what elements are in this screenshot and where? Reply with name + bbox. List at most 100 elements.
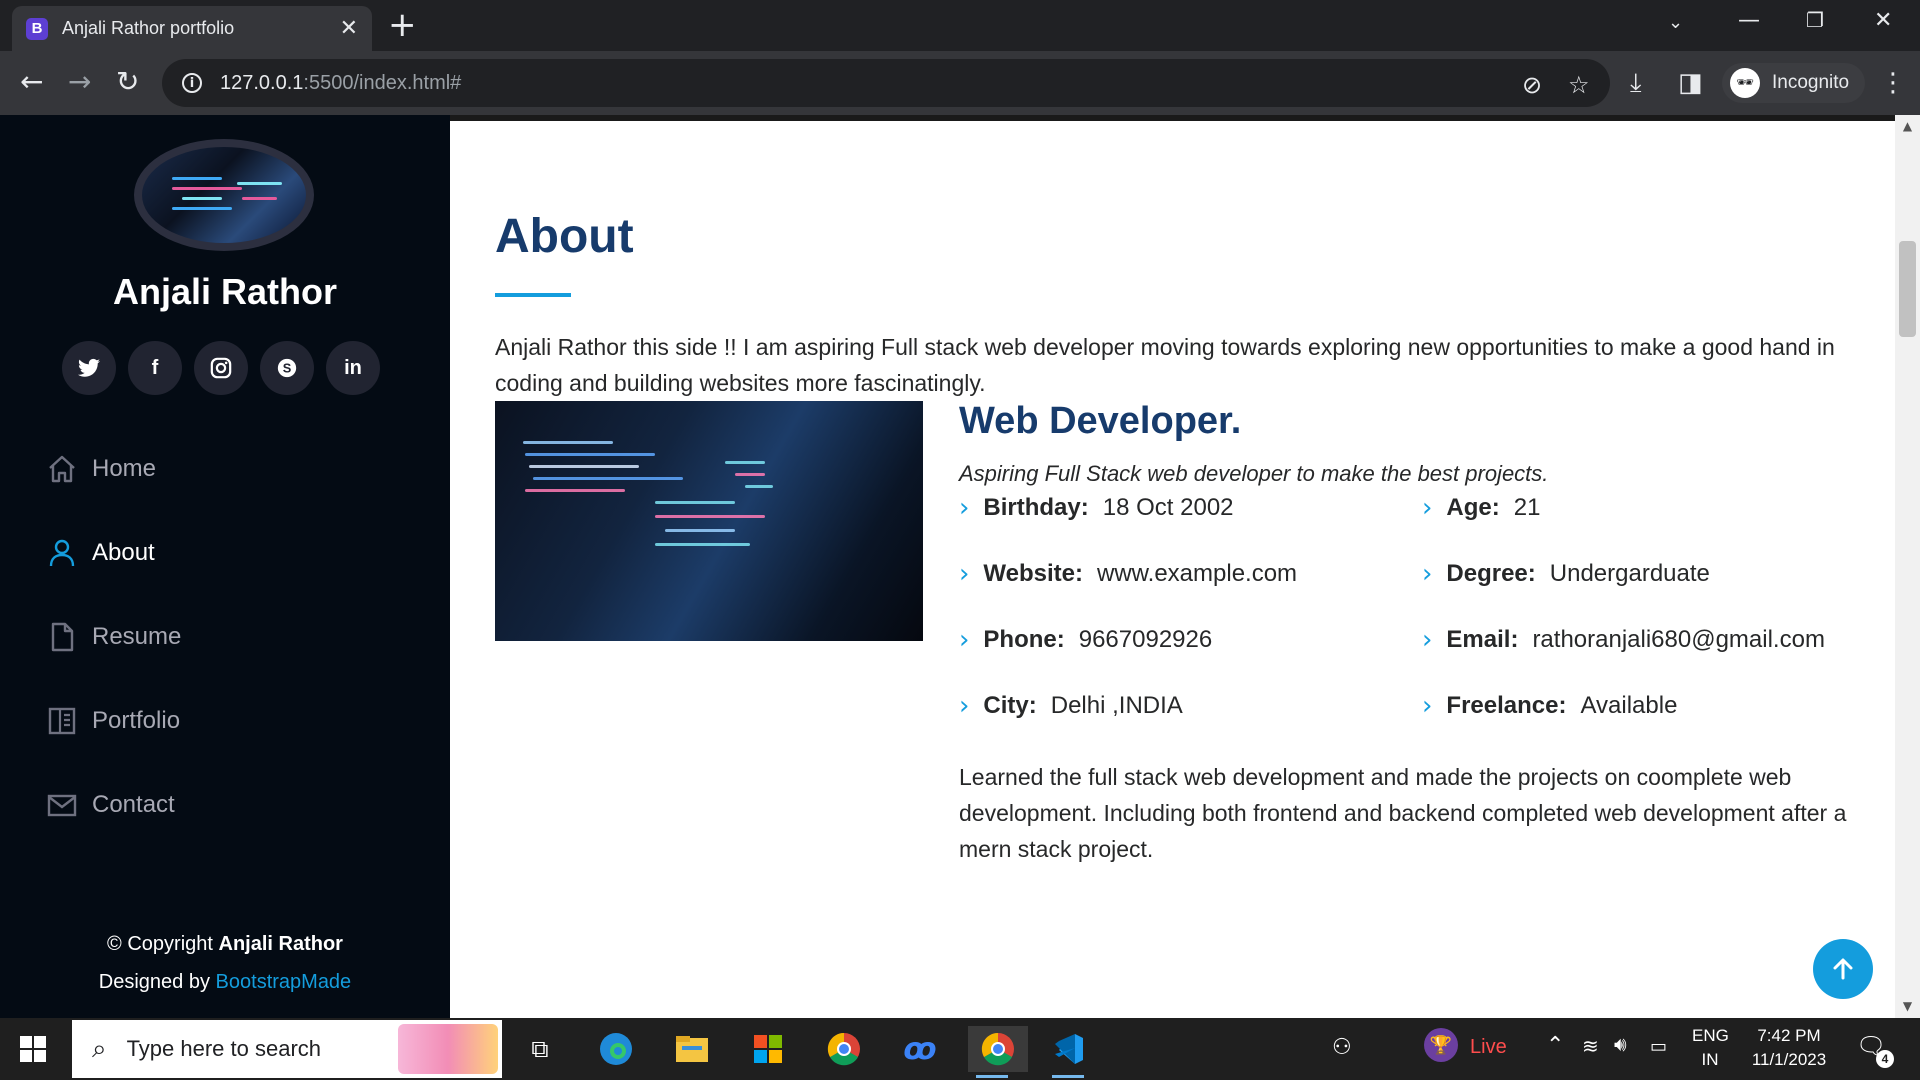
nav-home[interactable]: Home [46, 453, 156, 485]
site-info-icon[interactable]: i [182, 73, 202, 93]
eye-off-icon[interactable]: ⊘ [1522, 71, 1542, 99]
sidebar: Anjali Rathor f S in Home About Resume P… [0, 115, 450, 1018]
back-to-top-button[interactable] [1813, 939, 1873, 999]
nav-portfolio[interactable]: Portfolio [46, 705, 180, 737]
browser-toolbar: ← → ↻ i 127.0.0.1:5500/index.html# ⊘ ☆ ⤓… [0, 51, 1920, 115]
chevron-right-icon: › [959, 625, 970, 655]
windows-taskbar: ⌕ Type here to search ⧉ ꝏ ⚇ 🏆 Live ⌃ ≋ 🔊… [0, 1018, 1920, 1080]
task-view-icon[interactable]: ⧉ [516, 1026, 564, 1072]
home-icon [49, 455, 75, 483]
search-placeholder: Type here to search [126, 1036, 322, 1061]
main-content: About Anjali Rathor this side !! I am as… [450, 115, 1895, 1018]
page-scrollbar[interactable]: ▲ ▼ [1895, 115, 1920, 1018]
restore-button[interactable]: ❐ [1806, 8, 1824, 32]
linkedin-icon[interactable]: in [326, 341, 380, 395]
forward-icon[interactable]: → [68, 65, 91, 99]
people-icon[interactable]: ⚇ [1332, 1034, 1352, 1060]
nav-resume[interactable]: Resume [46, 621, 181, 653]
chrome-icon[interactable] [820, 1026, 868, 1072]
tray-chevron-icon[interactable]: ⌃ [1546, 1032, 1564, 1058]
vscode-icon[interactable] [1044, 1026, 1092, 1078]
section-title: About [495, 210, 634, 263]
skype-icon[interactable]: S [260, 341, 314, 395]
nav-resume-label: Resume [92, 623, 182, 650]
role-title: Web Developer. [959, 400, 1242, 442]
menu-kebab-icon[interactable]: ⋮ [1880, 69, 1906, 97]
svg-text:S: S [283, 361, 292, 376]
remote-app-icon[interactable]: ꝏ [896, 1026, 944, 1072]
bookmark-star-icon[interactable]: ☆ [1568, 71, 1590, 99]
microsoft-store-icon[interactable] [744, 1026, 792, 1072]
arrow-up-icon [1833, 958, 1853, 980]
nav-contact-label: Contact [92, 791, 175, 818]
clock[interactable]: 7:42 PM 11/1/2023 [1744, 1026, 1834, 1070]
about-image [495, 401, 923, 641]
scroll-up-icon[interactable]: ▲ [1895, 119, 1920, 133]
edge-icon[interactable] [592, 1026, 640, 1072]
incognito-icon: 🕶 [1730, 68, 1760, 98]
nav-about-label: About [92, 539, 155, 566]
footer-copyright: © Copyright Anjali Rathor [107, 933, 343, 955]
user-icon [49, 539, 75, 567]
info-degree: › Degree: Undergarduate [1422, 559, 1710, 589]
info-freelance: › Freelance: Available [1422, 691, 1678, 721]
chrome-incognito-icon[interactable] [968, 1026, 1028, 1078]
chevron-right-icon: › [959, 493, 970, 523]
chevron-right-icon: › [1422, 625, 1433, 655]
info-website: › Website: www.example.com [959, 559, 1298, 589]
tab-title: Anjali Rathor portfolio [62, 18, 235, 38]
chevron-right-icon: › [1422, 559, 1433, 589]
info-phone: › Phone: 9667092926 [959, 625, 1213, 655]
reload-icon[interactable]: ↻ [116, 65, 139, 99]
side-panel-icon[interactable]: ◨ [1678, 69, 1703, 97]
file-explorer-icon[interactable] [668, 1026, 716, 1072]
bootstrapmade-link[interactable]: BootstrapMade [216, 971, 352, 993]
download-icon[interactable]: ⤓ [1630, 69, 1642, 97]
wifi-icon[interactable]: ≋ [1582, 1034, 1599, 1059]
profile-image [134, 139, 314, 251]
incognito-badge[interactable]: 🕶 Incognito [1722, 63, 1866, 103]
profile-name: Anjali Rathor [112, 271, 337, 312]
nav-about[interactable]: About [46, 537, 155, 569]
info-age: › Age: 21 [1422, 493, 1541, 523]
nav-contact[interactable]: Contact [46, 789, 175, 821]
windows-start-icon[interactable] [20, 1036, 46, 1062]
back-icon[interactable]: ← [20, 65, 43, 99]
twitter-icon[interactable] [62, 341, 116, 395]
battery-icon[interactable]: ▭ [1650, 1036, 1667, 1057]
favicon-icon: B [26, 17, 48, 40]
book-icon [48, 707, 76, 735]
footer-credits: Designed by BootstrapMade [98, 971, 352, 993]
instagram-icon[interactable] [194, 341, 248, 395]
search-highlight-image [398, 1024, 498, 1074]
close-window-button[interactable]: ✕ [1874, 8, 1892, 33]
hero-edge [450, 115, 1895, 121]
chevron-right-icon: › [1422, 493, 1433, 523]
role-tagline: Aspiring Full Stack web developer to mak… [959, 461, 1549, 486]
browser-tab[interactable]: B Anjali Rathor portfolio ✕ [12, 6, 372, 51]
about-paragraph: Learned the full stack web development a… [959, 764, 1847, 862]
tab-close-icon[interactable]: ✕ [340, 16, 358, 41]
tab-search-icon[interactable]: ⌄ [1668, 12, 1683, 33]
page-viewport: Anjali Rathor f S in Home About Resume P… [0, 115, 1920, 1018]
info-city: › City: Delhi ,INDIA [959, 691, 1183, 721]
title-underline [495, 293, 571, 297]
address-bar[interactable]: i 127.0.0.1:5500/index.html# ⊘ ☆ [162, 59, 1610, 107]
about-intro: Anjali Rathor this side !! I am aspiring… [495, 334, 1835, 396]
volume-icon[interactable]: 🔊︎ [1614, 1034, 1627, 1057]
scroll-thumb[interactable] [1899, 241, 1916, 337]
new-tab-button[interactable]: + [388, 8, 417, 42]
envelope-icon [47, 794, 77, 817]
cricket-live-icon[interactable]: 🏆 [1424, 1028, 1458, 1062]
chevron-right-icon: › [959, 691, 970, 721]
nav-portfolio-label: Portfolio [92, 707, 181, 734]
taskbar-search[interactable]: ⌕ Type here to search [72, 1020, 502, 1078]
notification-count: 4 [1876, 1050, 1894, 1068]
minimize-button[interactable]: — [1738, 8, 1760, 33]
incognito-label: Incognito [1772, 72, 1850, 93]
scroll-down-icon[interactable]: ▼ [1895, 999, 1920, 1013]
facebook-icon[interactable]: f [128, 341, 182, 395]
language-indicator[interactable]: ENG IN [1692, 1026, 1729, 1070]
nav-home-label: Home [92, 455, 157, 482]
live-label[interactable]: Live [1470, 1036, 1507, 1059]
